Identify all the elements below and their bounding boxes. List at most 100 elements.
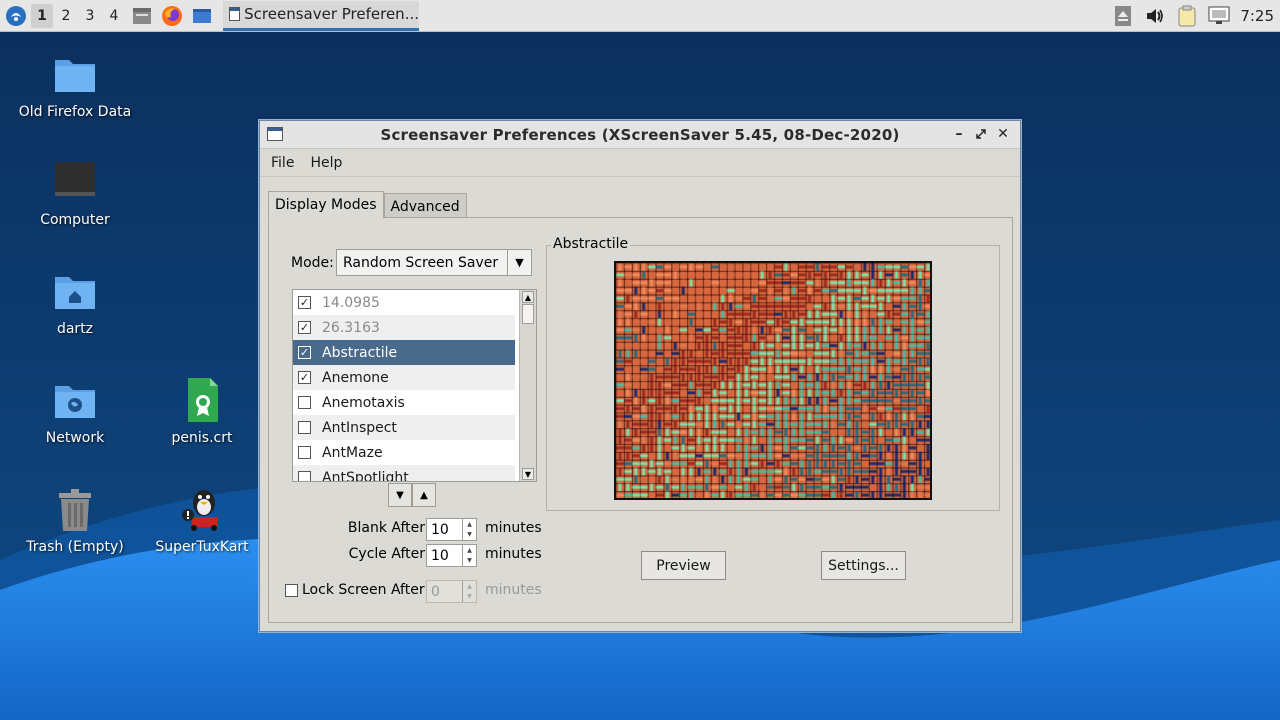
desktop-icon-supertuxkart[interactable]: SuperTuxKart [142,485,262,555]
app-menu-icon[interactable] [3,3,29,29]
desktop-icon-label: penis.crt [171,430,233,446]
list-item-checkbox[interactable] [298,471,311,481]
menubar: File Help [260,149,1020,177]
minimize-icon[interactable]: – [950,125,968,143]
list-item-checkbox[interactable] [298,421,311,434]
tab-display-modes[interactable]: Display Modes [268,191,384,219]
list-item-label: Anemone [322,369,389,386]
display-modes-panel: Mode: Random Screen Saver ▼ ✓ 14.0985 ✓ 26.… [268,217,1013,623]
list-item-label: 26.3163 [322,319,380,336]
mode-label: Mode: [291,255,334,271]
cycle-after-unit: minutes [485,546,542,562]
menu-file[interactable]: File [266,155,299,171]
settings-button[interactable]: Settings... [821,551,906,580]
screensaver-preview [614,261,932,500]
cycle-after-label: Cycle After [348,546,425,562]
lock-screen-label[interactable]: Lock Screen After [302,582,425,598]
home-folder-icon [51,267,99,315]
volume-icon[interactable] [1142,3,1168,29]
list-item-checkbox[interactable] [298,396,311,409]
scroll-down-icon[interactable]: ▼ [522,468,534,480]
close-icon[interactable]: ✕ [994,125,1012,143]
chevron-down-icon[interactable]: ▼ [507,250,531,275]
list-item-checkbox[interactable]: ✓ [298,346,311,359]
list-item-checkbox[interactable]: ✓ [298,371,311,384]
list-item[interactable]: AntSpotlight [293,465,515,482]
desktop-icon-old-firefox-data[interactable]: Old Firefox Data [15,50,135,120]
lock-screen-checkbox[interactable] [285,584,298,597]
network-folder-icon [51,376,99,424]
list-item[interactable]: ✓ 26.3163 [293,315,515,340]
workspace-2[interactable]: 2 [55,4,77,28]
list-item-checkbox[interactable]: ✓ [298,296,311,309]
spin-up-icon[interactable]: ▲ [463,519,476,530]
window-title: Screensaver Preferences (XScreenSaver 5.… [380,125,900,144]
list-item-label: Anemotaxis [322,394,405,411]
system-tray: 7:25 [1110,0,1280,32]
screensaver-list[interactable]: ✓ 14.0985 ✓ 26.3163 ✓ Abstractile ✓ Anemone Anem… [292,289,537,482]
desktop-icon-dartz[interactable]: dartz [15,267,135,337]
tab-advanced[interactable]: Advanced [383,193,467,219]
list-item-label: AntMaze [322,444,383,461]
eject-icon[interactable] [1110,3,1136,29]
list-item-label: 14.0985 [322,294,380,311]
desktop-icon-label: Old Firefox Data [18,104,132,120]
window-icon [229,7,241,21]
list-item[interactable]: ✓ 14.0985 [293,290,515,315]
desktop-icon-label: dartz [56,321,94,337]
list-item[interactable]: AntMaze [293,440,515,465]
desktop-icon-trash[interactable]: Trash (Empty) [15,485,135,555]
desktop-icon-label: Trash (Empty) [26,539,124,555]
mode-dropdown[interactable]: Random Screen Saver ▼ [336,249,532,276]
mode-value: Random Screen Saver [343,254,499,271]
workspace-1[interactable]: 1 [31,3,53,28]
list-item-checkbox[interactable]: ✓ [298,321,311,334]
spin-down-icon[interactable]: ▼ [463,530,476,541]
firefox-icon[interactable] [159,3,185,29]
titlebar[interactable]: Screensaver Preferences (XScreenSaver 5.… [260,121,1020,149]
list-item-label: AntInspect [322,419,397,436]
list-item[interactable]: ✓ Anemone [293,365,515,390]
desktop-icon-network[interactable]: Network [15,376,135,446]
cycle-after-spinner[interactable]: 10 ▲ ▼ [426,544,477,567]
clock[interactable]: 7:25 [1240,7,1274,25]
list-item[interactable]: ✓ Abstractile [293,340,515,365]
desktop-icon-label: Computer [40,212,110,228]
scrollbar-thumb[interactable] [522,304,534,324]
taskbar-window-screensaver[interactable]: Screensaver Preferen... [223,0,419,31]
list-item-label: AntSpotlight [322,469,409,482]
trash-icon [51,485,99,533]
desktop-icon-label: Network [45,430,105,446]
blank-after-label: Blank After [347,520,425,536]
file-manager-icon[interactable] [129,3,155,29]
list-item-checkbox[interactable] [298,446,311,459]
list-item[interactable]: Anemotaxis [293,390,515,415]
workspace-3[interactable]: 3 [79,4,101,28]
desktop-show-icon[interactable] [189,3,215,29]
blank-after-spinner[interactable]: 10 ▲ ▼ [426,518,477,541]
menu-help[interactable]: Help [305,155,347,171]
preview-button[interactable]: Preview [641,551,726,580]
blank-after-unit: minutes [485,520,542,536]
computer-icon [51,158,99,206]
spin-down-icon[interactable]: ▼ [463,556,476,567]
move-down-button[interactable]: ▼ [388,483,412,507]
tab-bar: Display Modes Advanced [268,191,467,219]
desktop-icon-computer[interactable]: Computer [15,158,135,228]
network-status-icon[interactable] [1206,3,1232,29]
clipboard-icon[interactable] [1174,3,1200,29]
list-item[interactable]: AntInspect [293,415,515,440]
desktop-icon-penis-crt[interactable]: penis.crt [142,376,262,446]
move-up-button[interactable]: ▲ [412,483,436,507]
spin-down-icon: ▼ [467,593,472,601]
blank-after-value: 10 [431,521,449,538]
scroll-up-icon[interactable]: ▲ [522,291,534,303]
workspace-4[interactable]: 4 [103,4,125,28]
cycle-after-value: 10 [431,547,449,564]
maximize-icon[interactable] [972,125,990,143]
taskbar-window-label: Screensaver Preferen... [244,5,419,23]
spin-up-icon[interactable]: ▲ [463,545,476,556]
list-scrollbar[interactable]: ▲ ▼ [519,290,536,481]
spin-up-icon: ▲ [467,582,472,590]
preview-title: Abstractile [551,236,631,252]
